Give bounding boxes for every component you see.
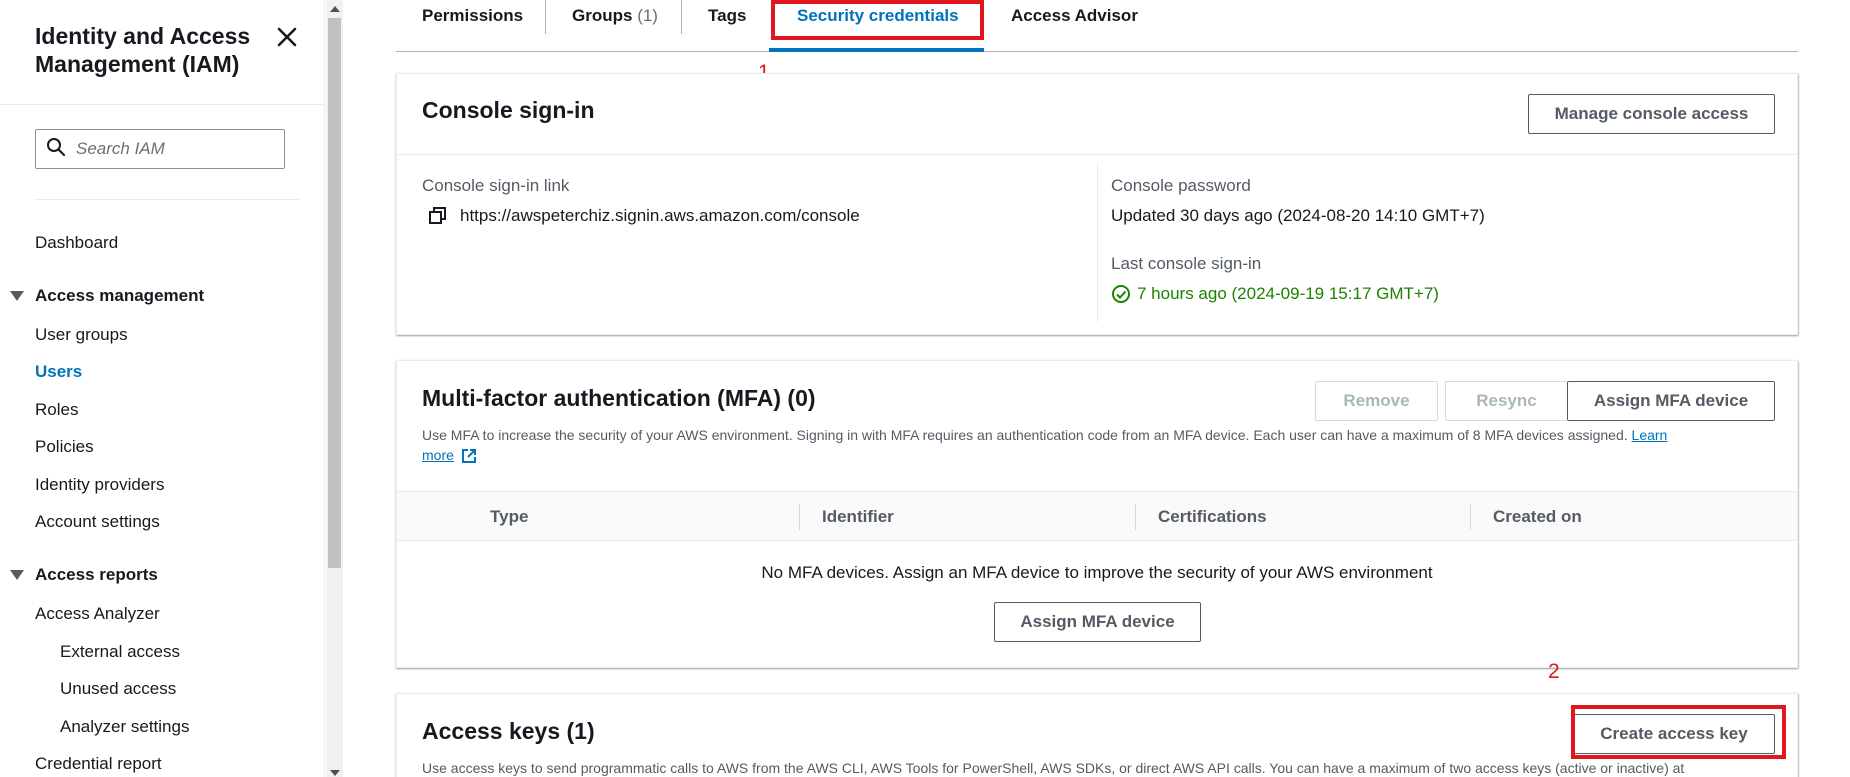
sidebar-item-analyzer-settings[interactable]: Analyzer settings — [60, 716, 189, 738]
caret-down-icon — [10, 570, 24, 580]
mfa-description: Use MFA to increase the security of your… — [422, 425, 1782, 445]
access-keys-description: Use access keys to send programmatic cal… — [422, 760, 1685, 776]
tab-bar: Permissions Groups (1) Tags Security cre… — [396, 0, 1798, 52]
console-password-value: Updated 30 days ago (2024-08-20 14:10 GM… — [1111, 206, 1485, 225]
search-input[interactable] — [76, 139, 276, 159]
last-signin-label: Last console sign-in — [1111, 254, 1262, 273]
section-access-reports[interactable]: Access reports — [10, 564, 158, 586]
scroll-up-icon[interactable] — [330, 6, 340, 12]
sidebar: Identity and Access Management (IAM) Das… — [0, 0, 325, 777]
assign-mfa-device-empty-button[interactable]: Assign MFA device — [994, 602, 1201, 642]
mfa-description-text: Use MFA to increase the security of your… — [422, 427, 1628, 443]
signin-link-value: https://awspeterchiz.signin.aws.amazon.c… — [460, 206, 860, 225]
column-divider — [799, 504, 800, 530]
access-keys-title: Access keys (1) — [422, 718, 595, 744]
sidebar-divider — [0, 104, 325, 105]
mfa-panel: Multi-factor authentication (MFA) (0) Re… — [396, 360, 1798, 668]
sidebar-item-user-groups[interactable]: User groups — [35, 324, 128, 346]
external-link-icon[interactable] — [461, 448, 477, 464]
sidebar-item-access-analyzer[interactable]: Access Analyzer — [35, 603, 160, 625]
highlight-box-create-key — [1571, 705, 1786, 759]
sidebar-separator — [35, 199, 300, 200]
column-divider — [1470, 504, 1471, 530]
mfa-empty-state-text: No MFA devices. Assign an MFA device to … — [761, 563, 1433, 582]
column-header-certifications[interactable]: Certifications — [1158, 492, 1267, 542]
copy-icon[interactable] — [428, 206, 448, 226]
console-password-label: Console password — [1111, 176, 1251, 195]
mfa-title: Multi-factor authentication (MFA) (0) — [422, 385, 816, 411]
sidebar-item-policies[interactable]: Policies — [35, 436, 94, 458]
tab-label: Access Advisor — [1011, 6, 1138, 25]
sidebar-title: Identity and Access Management (IAM) — [35, 23, 251, 77]
column-header-identifier[interactable]: Identifier — [822, 492, 894, 542]
column-divider — [1097, 162, 1098, 322]
signin-link-row: https://awspeterchiz.signin.aws.amazon.c… — [422, 206, 860, 226]
console-signin-title: Console sign-in — [422, 97, 595, 123]
tab-label: Tags — [708, 6, 747, 25]
panel-divider — [397, 154, 1797, 155]
resync-mfa-button[interactable]: Resync — [1445, 381, 1568, 421]
tab-label: Permissions — [422, 6, 524, 25]
sidebar-item-dashboard[interactable]: Dashboard — [35, 232, 118, 254]
check-circle-icon — [1111, 284, 1131, 304]
tab-access-advisor[interactable]: Access Advisor — [985, 0, 1164, 34]
section-label: Access management — [35, 286, 205, 305]
sidebar-item-roles[interactable]: Roles — [35, 399, 78, 421]
sidebar-item-credential-report[interactable]: Credential report — [35, 753, 162, 775]
last-signin-value: 7 hours ago (2024-09-19 15:17 GMT+7) — [1137, 284, 1439, 303]
last-signin-row: 7 hours ago (2024-09-19 15:17 GMT+7) — [1111, 284, 1439, 304]
scroll-down-icon[interactable] — [330, 770, 340, 776]
console-signin-panel: Console sign-in Manage console access Co… — [396, 73, 1798, 335]
annotation-marker-2: 2 — [1548, 660, 1560, 683]
sidebar-item-unused-access[interactable]: Unused access — [60, 678, 176, 700]
active-tab-underline — [769, 48, 984, 52]
column-header-created-on[interactable]: Created on — [1493, 492, 1582, 542]
learn-more-link-part1[interactable]: Learn — [1632, 427, 1668, 443]
tab-count: (1) — [637, 6, 658, 25]
highlight-box-tab — [771, 0, 984, 40]
sidebar-item-external-access[interactable]: External access — [60, 641, 180, 663]
signin-link-label: Console sign-in link — [422, 176, 570, 195]
learn-more-link[interactable]: more — [422, 447, 454, 463]
tab-tags[interactable]: Tags — [682, 0, 772, 34]
section-access-management[interactable]: Access management — [10, 285, 204, 307]
manage-console-access-button[interactable]: Manage console access — [1528, 94, 1775, 134]
remove-mfa-button[interactable]: Remove — [1315, 381, 1438, 421]
scrollbar-thumb[interactable] — [328, 18, 341, 568]
tab-permissions[interactable]: Permissions — [396, 0, 549, 34]
section-label: Access reports — [35, 565, 158, 584]
search-icon — [46, 137, 66, 162]
column-header-type[interactable]: Type — [490, 492, 528, 542]
learn-more-row: more — [422, 445, 477, 465]
tab-groups[interactable]: Groups (1) — [546, 0, 684, 34]
column-divider — [1135, 504, 1136, 530]
sidebar-item-account-settings[interactable]: Account settings — [35, 511, 160, 533]
sidebar-item-identity-providers[interactable]: Identity providers — [35, 474, 164, 496]
tab-label: Groups — [572, 6, 633, 25]
close-icon[interactable] — [274, 24, 300, 50]
sidebar-item-users[interactable]: Users — [35, 361, 82, 383]
mfa-table-header: Type Identifier Certifications Created o… — [397, 491, 1797, 541]
search-box[interactable] — [35, 129, 285, 169]
assign-mfa-device-button[interactable]: Assign MFA device — [1567, 381, 1775, 421]
caret-down-icon — [10, 291, 24, 301]
